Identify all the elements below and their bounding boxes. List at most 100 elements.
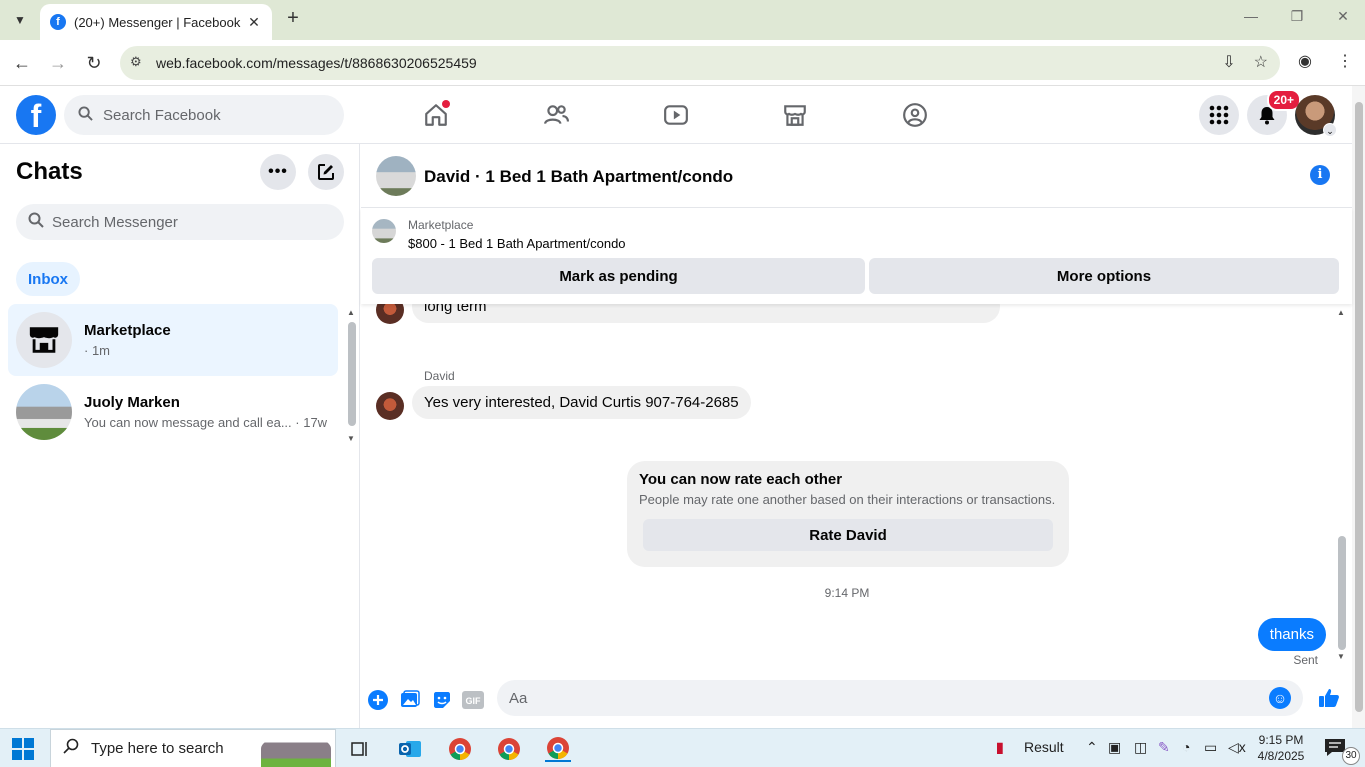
taskbar-search-text: Type here to search <box>91 740 224 757</box>
gif-button[interactable]: GIF <box>462 689 484 711</box>
page-scrollbar[interactable] <box>1352 86 1365 728</box>
battery-icon[interactable]: ▭ <box>1204 739 1217 756</box>
scroll-up-arrow-icon[interactable]: ▲ <box>347 308 355 317</box>
task-view-button[interactable] <box>347 736 373 762</box>
reload-button[interactable]: ↻ <box>82 51 106 75</box>
chats-options-button[interactable]: ••• <box>260 154 296 190</box>
camera-icon[interactable]: ◫ <box>1134 739 1147 756</box>
chat-item-marketplace[interactable]: Marketplace · 1m <box>8 304 338 376</box>
restore-button[interactable]: ❐ <box>1282 8 1312 25</box>
minimize-button[interactable]: — <box>1236 8 1266 24</box>
chrome-profile-taskbar-icon[interactable] <box>496 736 522 762</box>
scroll-up-arrow-icon[interactable]: ▲ <box>1337 308 1345 317</box>
video-tab[interactable] <box>658 98 694 132</box>
emoji-icon[interactable]: ☺ <box>1269 687 1291 709</box>
storefront-icon <box>29 327 59 353</box>
site-settings-icon[interactable]: ⚙ <box>130 54 142 70</box>
chrome-active-taskbar-icon[interactable] <box>545 736 571 762</box>
conversation-panel: David · 1 Bed 1 Bath Apartment/condo i M… <box>361 144 1352 728</box>
address-bar-row: ← → ↻ ⚙ web.facebook.com/messages/t/8868… <box>0 40 1365 86</box>
search-highlight-image <box>261 736 331 767</box>
tab-search-menu-button[interactable]: ▼ <box>6 6 34 34</box>
chat-preview: · 1m <box>84 343 110 358</box>
conversation-title[interactable]: David · 1 Bed 1 Bath Apartment/condo <box>424 167 733 187</box>
message-input-placeholder: Aa <box>509 689 528 707</box>
chat-preview: You can now message and call ea... · 17w <box>84 415 328 430</box>
browser-tab-bar: ▼ f (20+) Messenger | Facebook ✕ + — ❐ ✕ <box>0 0 1365 40</box>
windows-start-button[interactable] <box>12 738 34 760</box>
attach-photo-button[interactable] <box>399 689 421 711</box>
pen-icon[interactable]: ✎ <box>1158 739 1170 756</box>
chat-item-juoly-marken[interactable]: Juoly Marken You can now message and cal… <box>8 376 338 448</box>
message-bubble-outgoing: thanks <box>1257 618 1326 651</box>
sports-result-label[interactable]: Result <box>1024 739 1064 755</box>
more-actions-button[interactable] <box>367 689 389 711</box>
notifications-button[interactable]: 20+ <box>1247 89 1301 135</box>
chats-sidebar: Chats ••• Search Messenger Inbox Marketp… <box>0 144 360 728</box>
facebook-search-input[interactable]: Search Facebook <box>64 95 344 135</box>
mark-as-pending-button[interactable]: Mark as pending <box>372 258 865 294</box>
send-like-button[interactable] <box>1317 686 1343 712</box>
network-icon[interactable]: ◔ <box>1182 739 1190 755</box>
listing-title[interactable]: $800 - 1 Bed 1 Bath Apartment/condo <box>408 236 626 251</box>
volume-muted-icon[interactable]: ◁x <box>1228 739 1246 756</box>
new-tab-button[interactable]: + <box>282 8 304 30</box>
conversation-avatar[interactable] <box>376 156 416 196</box>
new-message-button[interactable] <box>308 154 344 190</box>
notification-center-button[interactable]: 30 <box>1324 737 1360 765</box>
marketplace-tab[interactable] <box>777 98 813 132</box>
sticker-button[interactable] <box>431 689 453 711</box>
outlook-taskbar-icon[interactable] <box>397 736 423 762</box>
back-button[interactable]: ← <box>10 51 34 75</box>
forward-button[interactable]: → <box>46 51 70 75</box>
more-options-button[interactable]: More options <box>869 258 1339 294</box>
gif-icon: GIF <box>462 691 484 709</box>
listing-thumbnail[interactable] <box>372 219 396 243</box>
marketplace-icon <box>784 105 806 126</box>
messenger-search-placeholder: Search Messenger <box>52 213 178 231</box>
marketplace-avatar <box>16 312 72 368</box>
profile-icon[interactable]: ◉ <box>1298 51 1312 71</box>
windows-taskbar: Type here to search ▮ Result ⌃ ▣ ◫ ✎ ◔ ▭… <box>0 728 1365 767</box>
scroll-down-arrow-icon[interactable]: ▼ <box>1337 652 1345 661</box>
browser-tab[interactable]: f (20+) Messenger | Facebook ✕ <box>40 4 272 40</box>
grid-icon <box>1209 105 1229 125</box>
message-composer: GIF Aa ☺ <box>361 678 1352 728</box>
tab-close-icon[interactable]: ✕ <box>246 14 262 31</box>
close-window-button[interactable]: ✕ <box>1328 8 1358 25</box>
chats-scrollbar-thumb[interactable] <box>348 322 356 426</box>
inbox-filter-button[interactable]: Inbox <box>16 262 80 296</box>
search-icon <box>63 738 79 759</box>
friends-tab[interactable] <box>538 98 574 132</box>
bookmark-star-icon[interactable]: ☆ <box>1254 52 1268 72</box>
url-field[interactable]: ⚙ web.facebook.com/messages/t/8868630206… <box>120 46 1280 80</box>
juoly-marken-avatar <box>16 384 72 440</box>
browser-menu-icon[interactable]: ⋮ <box>1337 51 1353 71</box>
rate-david-button[interactable]: Rate David <box>643 519 1053 551</box>
facebook-logo[interactable]: f <box>16 95 56 135</box>
message-input[interactable]: Aa ☺ <box>497 680 1303 716</box>
meet-now-icon[interactable]: ▣ <box>1108 739 1121 756</box>
show-hidden-icons-chevron-icon[interactable]: ⌃ <box>1086 739 1098 756</box>
menu-grid-button[interactable] <box>1199 95 1239 135</box>
rate-each-other-card: You can now rate each other People may r… <box>627 461 1069 567</box>
info-icon[interactable]: i <box>1310 165 1330 185</box>
chrome-taskbar-icon[interactable] <box>447 736 473 762</box>
sports-score-icon[interactable]: ▮ <box>996 739 1004 756</box>
sender-avatar <box>376 304 404 324</box>
messages-scrollbar-thumb[interactable] <box>1338 536 1346 650</box>
messenger-search-input[interactable]: Search Messenger <box>16 204 344 240</box>
page-scrollbar-thumb[interactable] <box>1355 102 1363 712</box>
groups-tab[interactable] <box>897 98 933 132</box>
scroll-down-arrow-icon[interactable]: ▼ <box>347 434 355 443</box>
plus-circle-icon <box>368 690 388 710</box>
sender-name: David <box>424 369 455 383</box>
photo-icon <box>401 690 420 707</box>
taskbar-clock[interactable]: 9:15 PM 4/8/2025 <box>1250 732 1312 764</box>
install-app-icon[interactable]: ⇩ <box>1222 52 1235 72</box>
home-tab[interactable] <box>418 98 454 132</box>
taskbar-search-box[interactable]: Type here to search <box>50 729 336 767</box>
account-avatar[interactable]: ⌄ <box>1295 95 1337 137</box>
listing-source-label: Marketplace <box>408 218 474 232</box>
chevron-down-icon: ⌄ <box>1323 123 1337 137</box>
